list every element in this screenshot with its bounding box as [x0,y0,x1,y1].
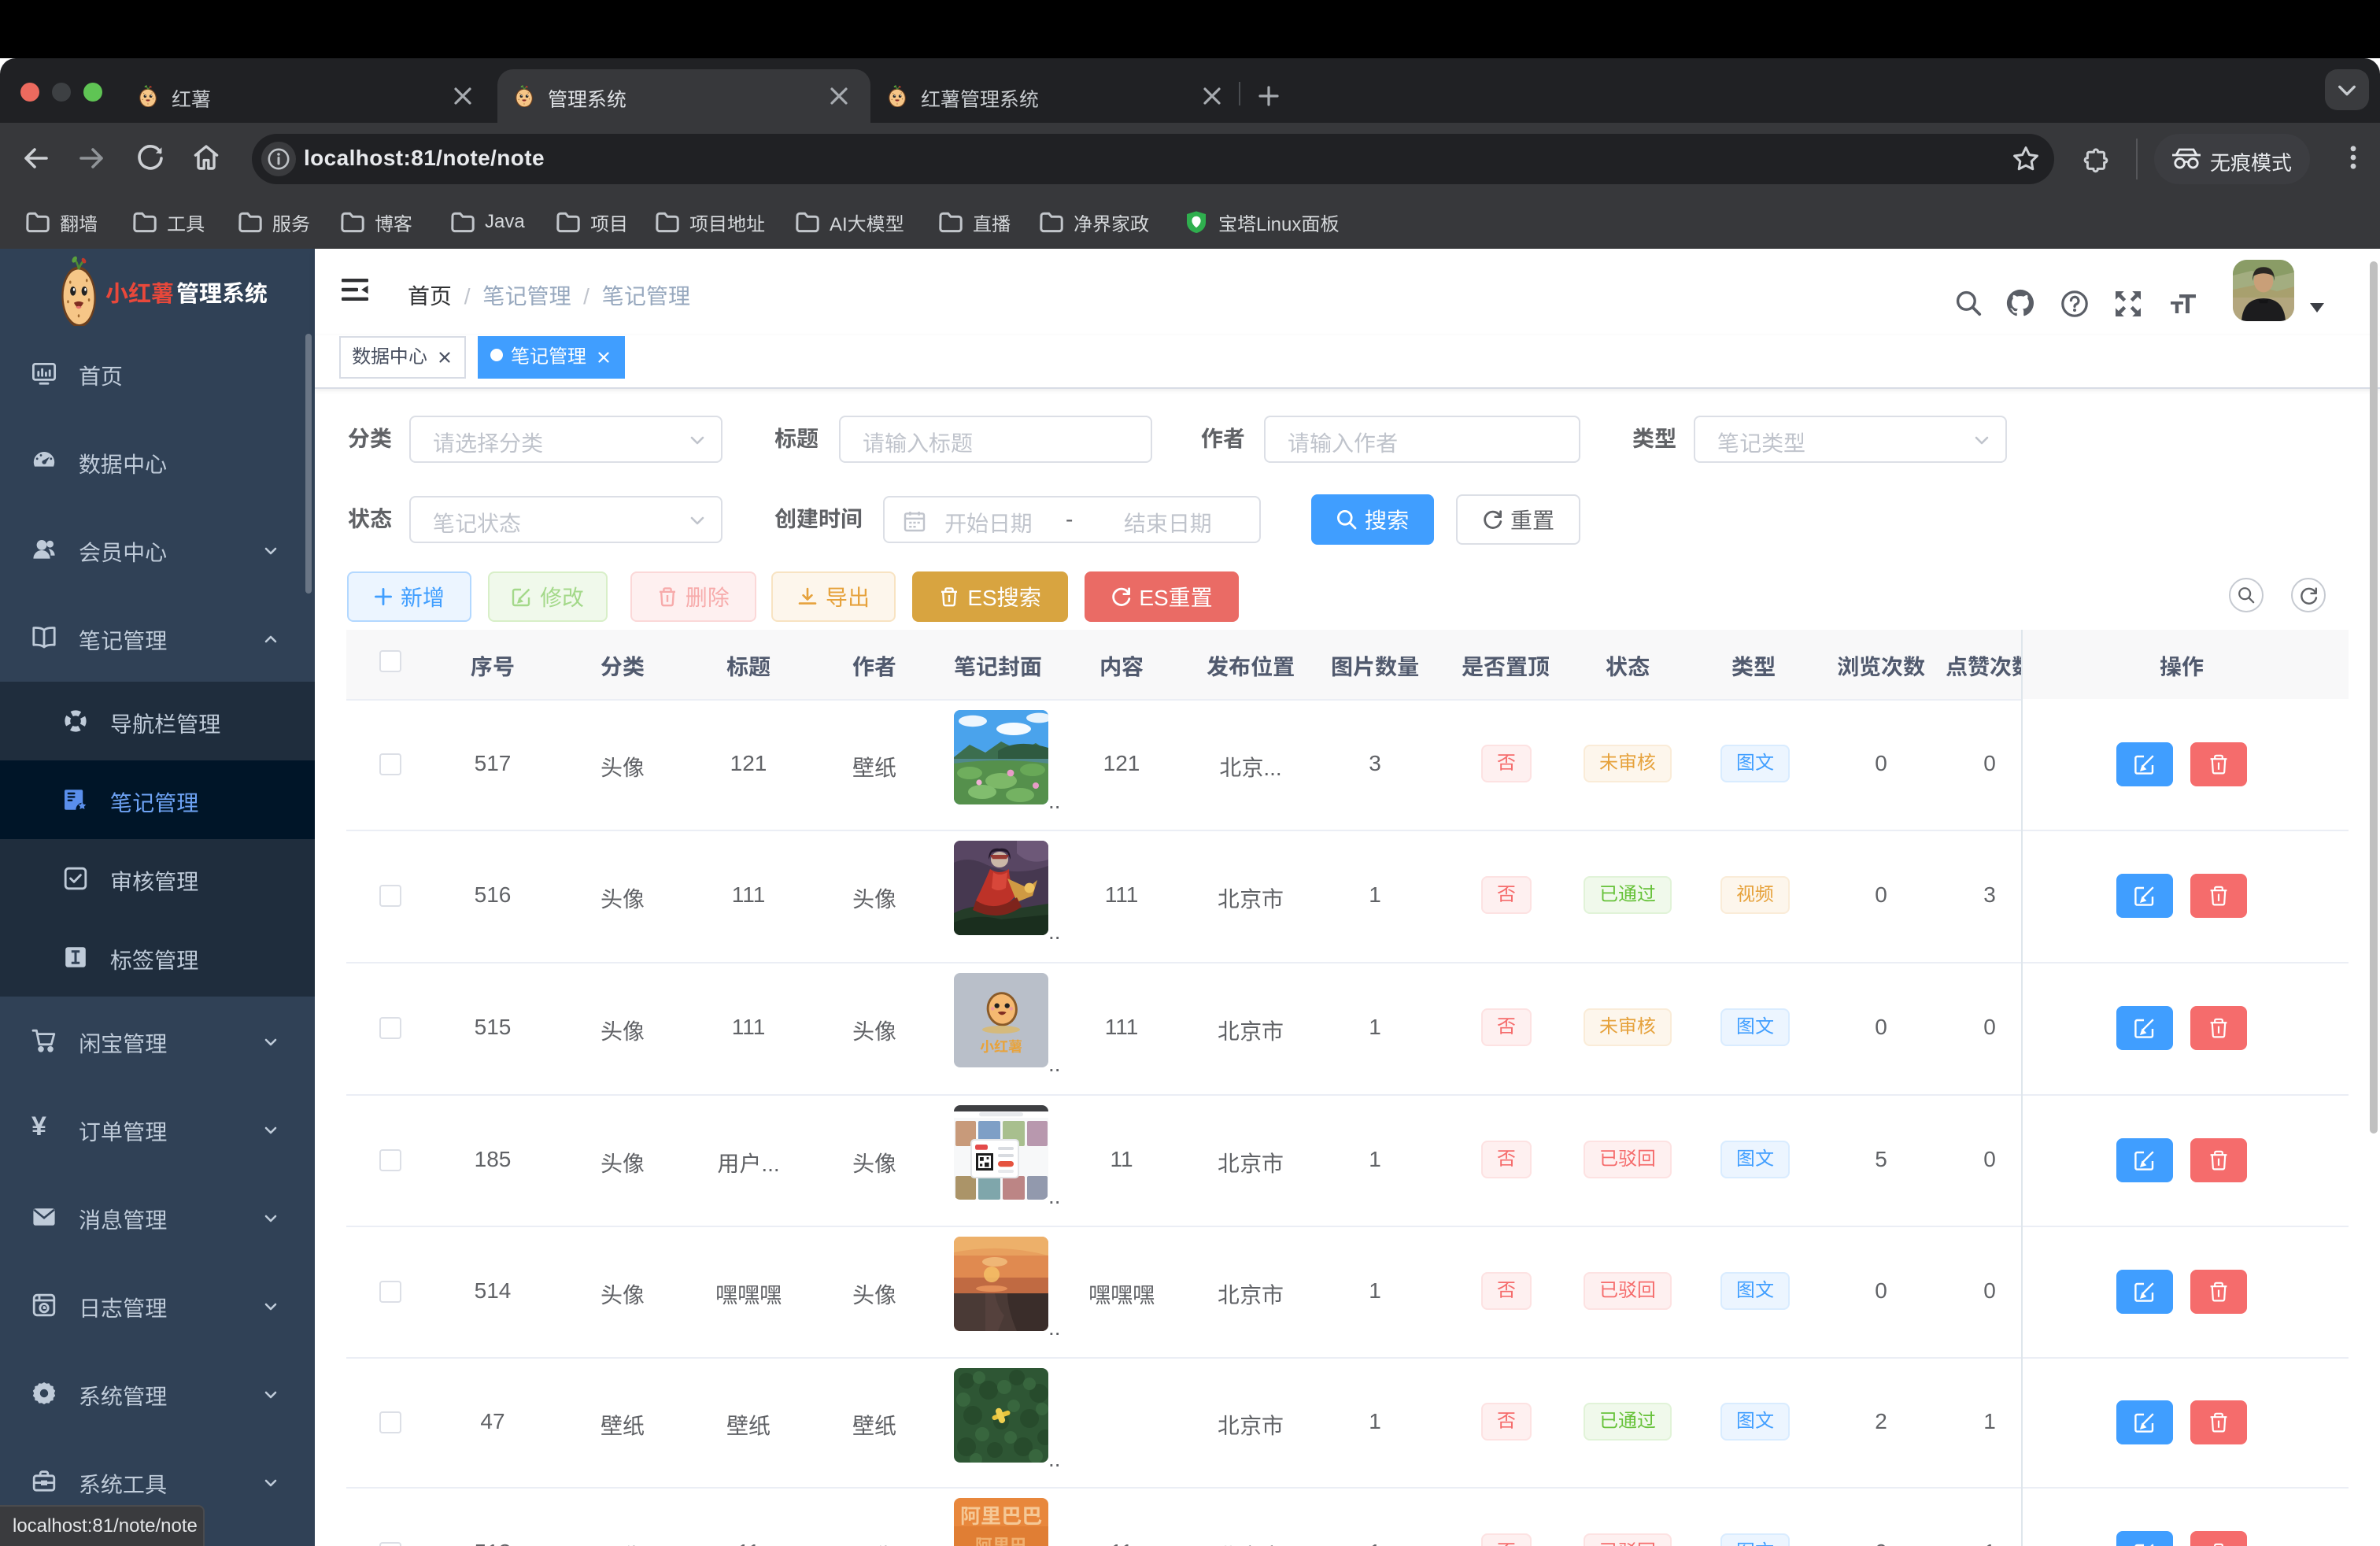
svg-text:阿里巴巴: 阿里巴巴 [960,1500,1042,1529]
svg-text:阿里巴: 阿里巴 [975,1532,1027,1546]
svg-text:小红薯: 小红薯 [980,1036,1022,1056]
